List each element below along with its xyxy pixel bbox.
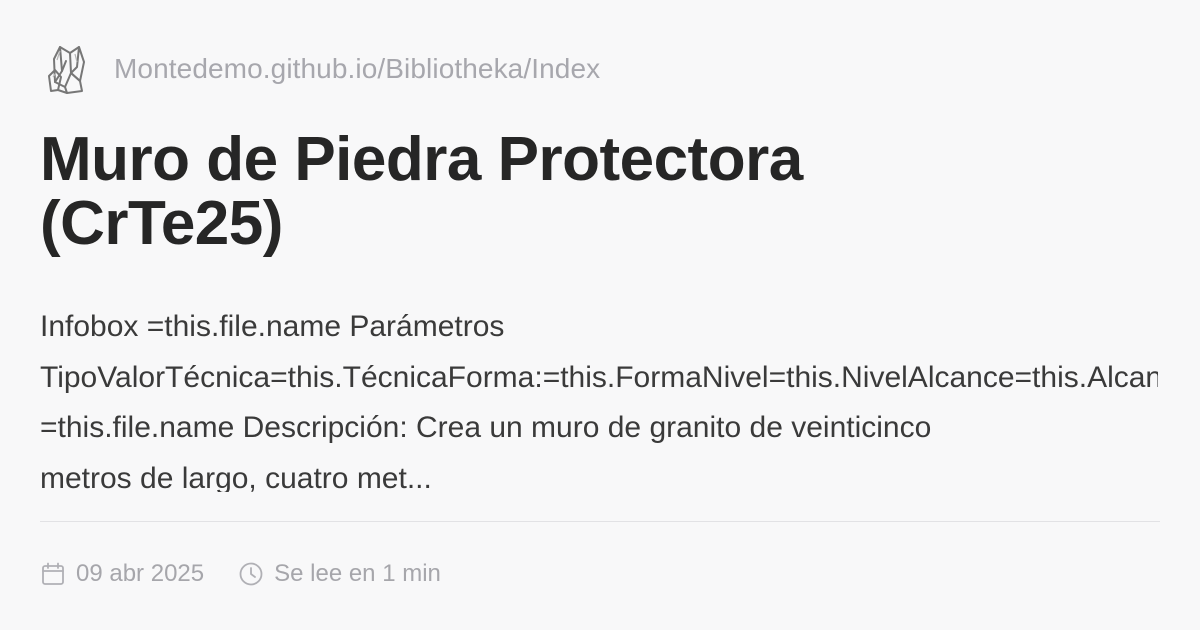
page-title: Muro de Piedra Protectora (CrTe25)	[40, 125, 1150, 259]
title-line: (CrTe25)	[40, 189, 283, 259]
reading-time-item: Se lee en 1 min	[238, 560, 441, 588]
site-url[interactable]: Montedemo.github.io/Bibliotheka/Index	[114, 53, 600, 85]
calendar-icon	[42, 562, 64, 585]
divider	[40, 521, 1160, 522]
clock-icon	[239, 562, 263, 586]
excerpt-line: metros de largo, cuatro met...	[40, 461, 432, 493]
date-item: 09 abr 2025	[40, 560, 204, 588]
post-excerpt: Infobox =this.file.name Parámetros TipoV…	[40, 302, 1158, 492]
title-line: Muro de Piedra Protectora	[40, 125, 803, 194]
crystal-cluster-icon	[48, 46, 85, 94]
share-card: Montedemo.github.io/Bibliotheka/Index Mu…	[40, 0, 1160, 630]
site-header[interactable]: Montedemo.github.io/Bibliotheka/Index	[46, 42, 600, 96]
excerpt-line: Infobox =this.file.name Parámetros	[40, 310, 505, 343]
reading-time: Se lee en 1 min	[274, 560, 441, 587]
excerpt-line: =this.file.name Descripción: Crea un mur…	[40, 411, 932, 444]
excerpt-line: TipoValorTécnica=this.TécnicaForma:=this…	[40, 360, 1158, 394]
post-date: 09 abr 2025	[76, 560, 205, 587]
post-meta: 09 abr 2025 Se lee en 1 min	[40, 555, 441, 593]
